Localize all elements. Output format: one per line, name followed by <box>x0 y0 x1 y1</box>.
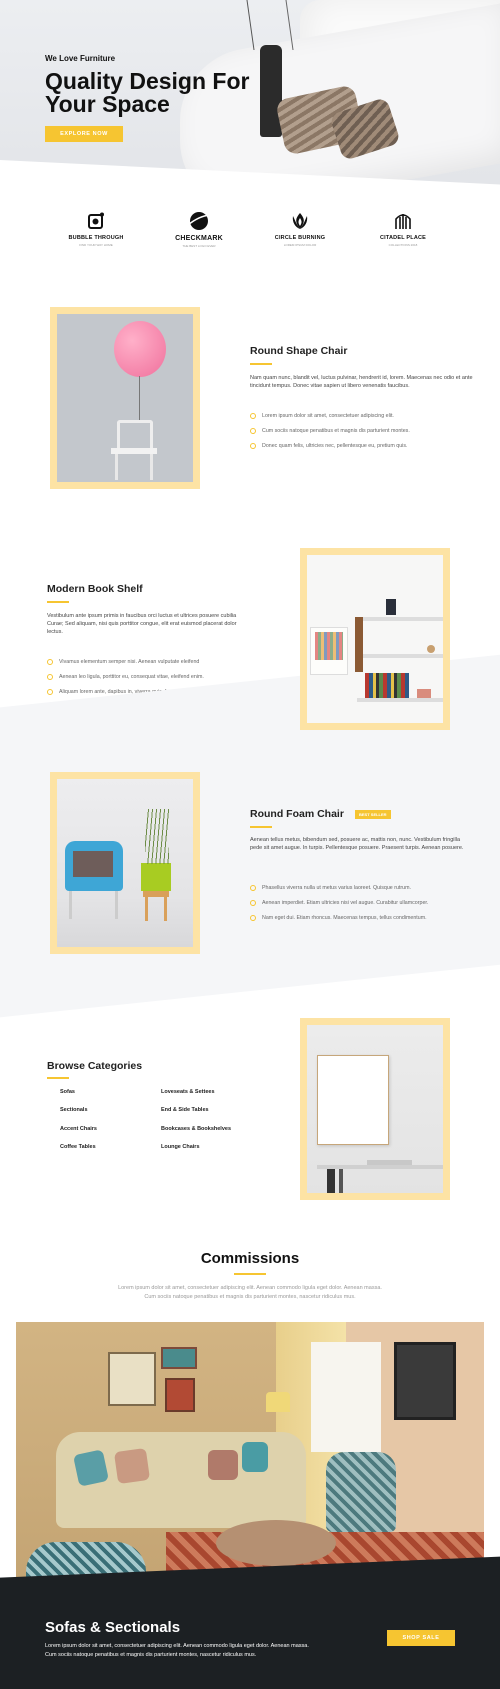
logo-tagline: COLLECTIONS 2018 <box>388 243 418 247</box>
list-item: Nam eget dui. Etiam rhoncus. Maecenas te… <box>250 914 428 930</box>
logo-circle-burning: CIRCLE BURNING LOREM IPSUM DOLOR <box>255 210 345 247</box>
logo-tagline: THE BEST LOGO EVER <box>182 244 216 248</box>
logo-tagline: FIND YOUR WAY HOME <box>79 243 113 247</box>
commissions-title: Commissions <box>200 1250 300 1267</box>
bullet-circle-icon <box>47 688 53 695</box>
footer-title: Sofas & Sectionals <box>45 1619 181 1636</box>
category-link-loveseats[interactable]: Loveseats & Settees <box>161 1089 215 1095</box>
category-link-accent-chairs[interactable]: Accent Chairs <box>60 1126 97 1132</box>
feature-title: Round Shape Chair <box>250 345 348 357</box>
feature-underline <box>250 363 272 365</box>
commissions-description: Lorem ipsum dolor sit amet, consectetuer… <box>118 1285 382 1300</box>
logo-bubble-through: BUBBLE THROUGH FIND YOUR WAY HOME <box>51 210 141 247</box>
feature-list: Phasellus viverra nulla ut metus varius … <box>250 884 428 930</box>
list-item: Aenean imperdiet. Etiam ultricies nisi v… <box>250 899 428 915</box>
feature-title: Round Foam Chair <box>250 808 344 820</box>
page: We Love Furniture Quality Design For You… <box>0 0 500 1689</box>
feature-list: Lorem ipsum dolor sit amet, consectetuer… <box>250 412 410 458</box>
bullet-circle-icon <box>250 427 256 434</box>
logo-name: CIRCLE BURNING <box>274 235 326 241</box>
best-seller-badge: BEST SELLER <box>355 810 391 819</box>
categories-title: Browse Categories <box>47 1060 143 1072</box>
flame-icon <box>255 210 345 232</box>
bullet-circle-icon <box>250 412 256 419</box>
chair-image-frame <box>50 307 200 489</box>
list-item: Lorem ipsum dolor sit amet, consectetuer… <box>250 412 410 428</box>
category-link-sectionals[interactable]: Sectionals <box>60 1107 88 1113</box>
list-item: Vivamus elementum semper nisi. Aenean vu… <box>47 658 204 674</box>
logo-name: BUBBLE THROUGH <box>68 235 124 241</box>
feature-title: Modern Book Shelf <box>47 583 143 595</box>
hero-twigs <box>246 0 294 50</box>
list-item: Donec quam felis, ultricies nec, pellent… <box>250 442 410 458</box>
feature-underline <box>250 826 272 828</box>
list-item: Cum sociis natoque penatibus et magnis d… <box>250 427 410 443</box>
feature-underline <box>47 601 69 603</box>
feature-description: Vestibulum ante ipsum primis in faucibus… <box>47 613 237 635</box>
desk-image <box>307 1025 443 1193</box>
shop-sale-button[interactable]: SHOP SALE <box>387 1630 455 1646</box>
foam-chair-image-frame <box>50 772 200 954</box>
bubble-icon <box>51 210 141 232</box>
bullet-circle-icon <box>250 884 256 891</box>
foam-chair-image <box>57 779 193 947</box>
category-link-lounge-chairs[interactable]: Lounge Chairs <box>161 1144 200 1150</box>
planet-icon <box>154 210 244 232</box>
chair-balloon-image <box>57 314 193 482</box>
hero-section: We Love Furniture Quality Design For You… <box>0 0 500 200</box>
explore-now-button[interactable]: EXPLORE NOW <box>45 126 123 142</box>
logo-name: CITADEL PLACE <box>379 235 427 241</box>
category-link-end-tables[interactable]: End & Side Tables <box>161 1107 209 1113</box>
categories-underline <box>47 1077 69 1079</box>
bullet-circle-icon <box>250 914 256 921</box>
logo-citadel-place: CITADEL PLACE COLLECTIONS 2018 <box>358 210 448 247</box>
footer-description: Lorem ipsum dolor sit amet, consectetuer… <box>45 1643 309 1658</box>
bookshelf-image-frame <box>300 548 450 730</box>
bullet-circle-icon <box>250 442 256 449</box>
list-item: Phasellus viverra nulla ut metus varius … <box>250 884 428 900</box>
logo-tagline: LOREM IPSUM DOLOR <box>283 243 317 247</box>
category-link-bookcases[interactable]: Bookcases & Bookshelves <box>161 1126 231 1132</box>
logo-name: CHECKMARK <box>175 235 223 242</box>
bookshelf-image <box>307 555 443 723</box>
hero-eyebrow: We Love Furniture <box>45 54 116 63</box>
desk-image-frame <box>300 1018 450 1200</box>
commissions-underline <box>234 1273 266 1275</box>
citadel-icon <box>358 210 448 232</box>
hero-title: Quality Design For Your Space <box>45 68 250 117</box>
category-link-sofas[interactable]: Sofas <box>60 1089 75 1095</box>
logo-checkmark: CHECKMARK THE BEST LOGO EVER <box>154 210 244 248</box>
bullet-circle-icon <box>47 658 53 665</box>
list-item: Aenean leo ligula, porttitor eu, consequ… <box>47 673 204 689</box>
feature-description: Aenean tellus metus, bibendum sed, posue… <box>250 837 464 851</box>
feature-description: Nam quam nunc, blandit vel, luctus pulvi… <box>250 375 473 389</box>
category-link-coffee-tables[interactable]: Coffee Tables <box>60 1144 96 1150</box>
bullet-circle-icon <box>250 899 256 906</box>
bullet-circle-icon <box>47 673 53 680</box>
